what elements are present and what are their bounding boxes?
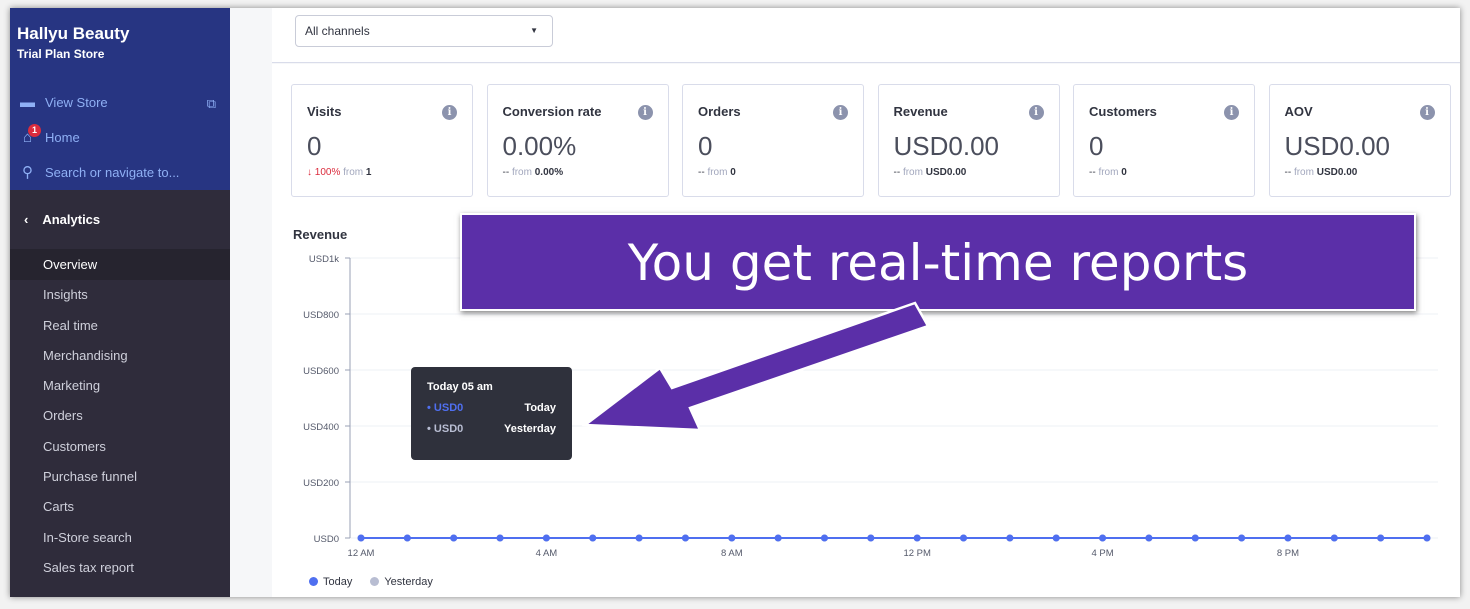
app-window: Hallyu Beauty Trial Plan Store ▬ View Sto… (10, 8, 1460, 597)
channel-value: All channels (305, 24, 370, 38)
home-label: Home (45, 130, 80, 145)
x-tick-label: 8 AM (721, 548, 743, 559)
external-link-icon[interactable]: ⧉ (207, 96, 216, 112)
data-point-today (913, 534, 921, 542)
data-point-today (681, 534, 689, 542)
data-point-today (960, 534, 968, 542)
tooltip-title: Today 05 am (427, 381, 493, 393)
tooltip-value: USD0 (433, 402, 464, 414)
chart-legend: Today Yesterday (309, 576, 433, 588)
section-title: Analytics (42, 212, 101, 227)
data-point-today (1238, 534, 1246, 542)
revenue-chart: USD0 USD200 USD400 USD600 USD800 USD1k 12 AM 4 … (303, 254, 1438, 559)
data-point-today (728, 534, 736, 542)
tooltip-row-today: • USD0 Today (427, 402, 556, 414)
x-tick-label: 4 AM (536, 548, 558, 559)
y-tick-label: USD600 (303, 366, 339, 377)
data-point-today (1191, 534, 1199, 542)
data-point-today (1145, 534, 1153, 542)
legend-yesterday[interactable]: Yesterday (370, 576, 433, 588)
legend-dot (370, 577, 380, 586)
tooltip-value-yesterday: • USD0 (427, 423, 464, 435)
data-point-today (542, 534, 550, 542)
data-point-today (1423, 534, 1431, 542)
sidebar-item-marketing[interactable]: Marketing (10, 371, 230, 401)
data-point-today (589, 534, 597, 542)
annotation-callout: You get real-time reports (460, 213, 1416, 311)
data-point-today (357, 534, 365, 542)
sidebar-item-customers[interactable]: Customers (10, 432, 230, 462)
toolbar: All channels ▼ (272, 8, 1460, 63)
legend-today[interactable]: Today (309, 576, 352, 588)
sidebar-header: Hallyu Beauty Trial Plan Store ▬ View Sto… (10, 8, 230, 190)
tooltip-label: Yesterday (504, 423, 556, 435)
sidebar-item-real-time[interactable]: Real time (10, 311, 230, 341)
chevron-left-icon: ‹ (24, 212, 29, 227)
sidebar-item-orders[interactable]: Orders (10, 401, 230, 431)
y-tick-label: USD800 (303, 310, 339, 321)
legend-label: Today (323, 576, 353, 588)
data-point-today (867, 534, 875, 542)
data-point-today (450, 534, 458, 542)
sidebar-item-insights[interactable]: Insights (10, 280, 230, 310)
tooltip-value: USD0 (433, 423, 464, 435)
y-tick-label: USD1k (309, 254, 339, 265)
data-point-today (496, 534, 504, 542)
sidebar-item-in-store-search[interactable]: In-Store search (10, 523, 230, 553)
analytics-menu: Overview Insights Real time Merchandising Ma… (10, 250, 230, 583)
sidebar-item-carts[interactable]: Carts (10, 492, 230, 522)
store-plan: Trial Plan Store (17, 47, 105, 61)
tooltip-value-today: • USD0 (427, 402, 464, 414)
home-link[interactable]: ⌂ 1 Home (19, 124, 80, 146)
data-point-today (1099, 534, 1107, 542)
x-tick-label: 8 PM (1277, 548, 1299, 559)
store-name: Hallyu Beauty (17, 24, 130, 43)
tooltip-row-yesterday: • USD0 Yesterday (427, 423, 556, 435)
data-point-today (1330, 534, 1338, 542)
home-icon: ⌂ 1 (19, 124, 41, 146)
data-point-today (1284, 534, 1292, 542)
data-point-today (403, 534, 411, 542)
data-point-today (635, 534, 643, 542)
search-nav[interactable]: ⚲ Search or navigate to... (19, 164, 179, 181)
legend-dot (309, 577, 318, 586)
channel-select[interactable]: All channels ▼ (295, 15, 553, 47)
view-store-link[interactable]: ▬ View Store (19, 94, 108, 111)
sidebar-item-purchase-funnel[interactable]: Purchase funnel (10, 462, 230, 492)
y-tick-label: USD200 (303, 478, 339, 489)
data-point-today (774, 534, 782, 542)
x-tick-label: 12 PM (903, 548, 931, 559)
x-tick-label: 4 PM (1091, 548, 1113, 559)
data-point-today (1052, 534, 1060, 542)
legend-label: Yesterday (384, 576, 433, 588)
sidebar-item-merchandising[interactable]: Merchandising (10, 341, 230, 371)
y-tick-label: USD0 (314, 534, 339, 545)
data-point-today (1377, 534, 1385, 542)
storefront-icon: ▬ (20, 94, 35, 111)
y-tick-label: USD400 (303, 422, 339, 433)
analytics-back[interactable]: ‹ Analytics (10, 190, 230, 250)
search-icon: ⚲ (22, 164, 33, 181)
chart-tooltip: Today 05 am • USD0 Today • USD0 Yesterday (411, 367, 572, 460)
caret-down-icon: ▼ (530, 26, 538, 35)
notification-badge: 1 (28, 124, 41, 137)
sidebar-item-overview[interactable]: Overview (10, 250, 230, 281)
sidebar-item-sales-tax-report[interactable]: Sales tax report (10, 553, 230, 583)
search-label: Search or navigate to... (45, 165, 180, 180)
tooltip-label: Today (524, 402, 556, 414)
view-store-label: View Store (45, 95, 108, 110)
data-point-today (820, 534, 828, 542)
data-point-today (1006, 534, 1014, 542)
content: Visits i 0 ↓ 100% from 1 Conversion rate i 0.0… (272, 64, 1460, 597)
sidebar: Hallyu Beauty Trial Plan Store ▬ View Sto… (10, 8, 230, 597)
x-tick-label: 12 AM (348, 548, 375, 559)
